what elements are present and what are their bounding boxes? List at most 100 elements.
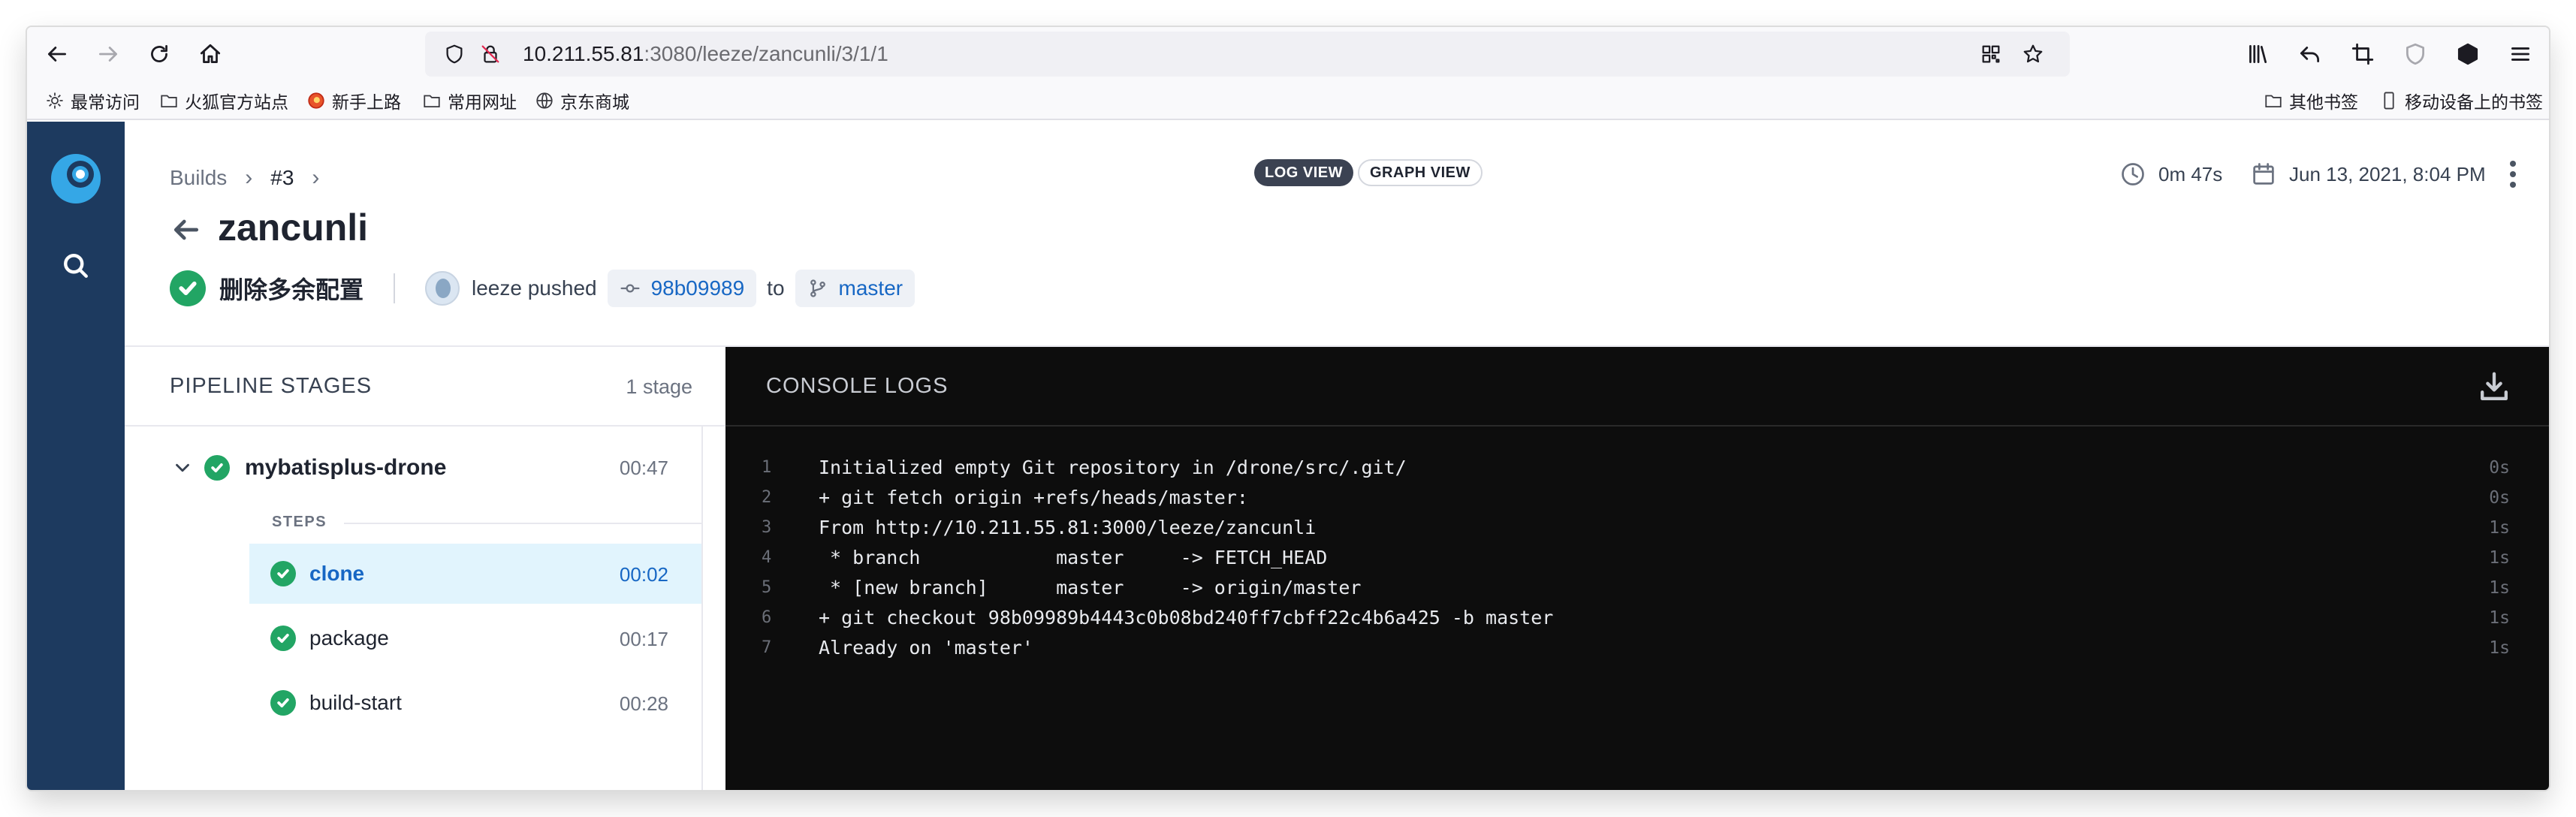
log-view-button[interactable]: LOG VIEW — [1254, 159, 1353, 186]
bookmark-getting-started[interactable]: 新手上路 — [306, 89, 401, 113]
bookmark-mobile[interactable]: 移动设备上的书签 — [2379, 89, 2543, 113]
globe-icon — [536, 92, 553, 109]
extension-shield-button[interactable] — [2397, 36, 2433, 72]
build-duration: 0m 47s — [2119, 159, 2222, 189]
shield-outline-icon — [2406, 43, 2425, 65]
hamburger-icon — [2511, 47, 2530, 61]
breadcrumb-build-number[interactable]: #3 — [270, 166, 294, 190]
step-build-start[interactable]: build-start 00:28 — [249, 673, 701, 733]
breadcrumb-builds[interactable]: Builds — [170, 166, 227, 190]
chevron-right-icon: › — [312, 165, 320, 190]
log-line: 4 * branch master -> FETCH_HEAD 1s — [762, 547, 2510, 568]
stages-title: PIPELINE STAGES — [170, 374, 373, 398]
step-time: 00:02 — [619, 563, 668, 586]
phone-icon — [2384, 92, 2394, 110]
commit-info: 删除多余配置 leeze pushed 98b09989 to master — [170, 269, 915, 308]
pipeline-stages-panel: PIPELINE STAGES 1 stage mybatisplus-dron… — [125, 347, 725, 790]
bookmarks-bar: 最常访问 火狐官方站点 新手上路 常用网址 京东商城 其他书签 移动设备上的书签 — [27, 81, 2549, 120]
stage-name: mybatisplus-drone — [245, 455, 447, 480]
step-name: clone — [309, 562, 365, 585]
bookmark-firefox-site[interactable]: 火狐官方站点 — [159, 89, 288, 113]
success-check-icon — [270, 561, 296, 586]
steps-label: STEPS — [272, 514, 327, 530]
graph-view-button[interactable]: GRAPH VIEW — [1358, 159, 1483, 186]
log-line: 5 * [new branch] master -> origin/master… — [762, 577, 2510, 598]
to-label: to — [767, 276, 785, 300]
build-header: Builds › #3 › zancunli 删除多余配置 leeze push… — [125, 122, 2549, 347]
log-line: 7 Already on 'master' 1s — [762, 637, 2510, 659]
success-check-icon — [204, 455, 230, 481]
cube-icon — [2457, 43, 2478, 65]
arrow-right-icon — [98, 47, 118, 62]
browser-window: 10.211.55.81:3080/leeze/zancunli/3/1/1 最… — [27, 27, 2549, 790]
back-button[interactable] — [39, 36, 75, 72]
sidebar-search[interactable] — [59, 249, 92, 282]
branch-link[interactable]: master — [795, 270, 915, 307]
console-title: CONSOLE LOGS — [766, 374, 949, 398]
library-button[interactable] — [2240, 36, 2276, 72]
download-logs-button[interactable] — [2477, 369, 2511, 404]
forward-button[interactable] — [90, 36, 126, 72]
insecure-lock-icon[interactable] — [476, 40, 505, 68]
bookmark-jd-mall[interactable]: 京东商城 — [535, 89, 629, 113]
extension-cube-button[interactable] — [2450, 36, 2486, 72]
arrow-left-icon — [173, 219, 199, 240]
gear-icon — [47, 92, 63, 109]
build-date: Jun 13, 2021, 8:04 PM — [2250, 159, 2486, 189]
stages-count: 1 stage — [626, 375, 692, 398]
log-line: 2 + git fetch origin +refs/heads/master:… — [762, 487, 2510, 508]
stages-header: PIPELINE STAGES 1 stage — [125, 347, 725, 427]
console-logs-panel: CONSOLE LOGS 1 Initialized empty Git rep… — [725, 347, 2549, 790]
divider — [394, 273, 396, 303]
view-toggle: LOG VIEW GRAPH VIEW — [1254, 159, 1483, 186]
success-check-icon — [170, 270, 206, 306]
step-clone[interactable]: clone 00:02 — [249, 544, 701, 604]
home-icon — [200, 44, 221, 64]
stages-scrollbar[interactable] — [701, 427, 725, 790]
bookmark-common-sites[interactable]: 常用网址 — [422, 89, 517, 113]
search-icon — [64, 254, 88, 278]
stage-row[interactable]: mybatisplus-drone 00:47 — [125, 449, 701, 487]
commit-icon — [620, 284, 640, 293]
commit-sha: 98b09989 — [650, 276, 745, 300]
folder-icon — [424, 95, 440, 108]
crop-icon — [2351, 43, 2374, 65]
drone-logo[interactable] — [49, 152, 103, 206]
step-name: build-start — [309, 691, 402, 714]
shield-icon[interactable] — [440, 40, 469, 68]
breadcrumb: Builds › #3 › — [170, 165, 319, 191]
bookmark-other[interactable]: 其他书签 — [2264, 89, 2358, 113]
chevron-right-icon: › — [245, 165, 253, 190]
log-line: 3 From http://10.211.55.81:3000/leeze/za… — [762, 517, 2510, 538]
log-line: 1 Initialized empty Git repository in /d… — [762, 457, 2510, 478]
bookmark-most-visited[interactable]: 最常访问 — [45, 89, 140, 113]
branch-name: master — [838, 276, 903, 300]
step-time: 00:28 — [619, 692, 668, 715]
home-button[interactable] — [192, 36, 228, 72]
chevron-down-icon[interactable] — [171, 457, 194, 479]
url-text[interactable]: 10.211.55.81:3080/leeze/zancunli/3/1/1 — [523, 42, 888, 66]
url-bar[interactable]: 10.211.55.81:3080/leeze/zancunli/3/1/1 — [425, 32, 2070, 77]
star-icon[interactable] — [2019, 40, 2047, 68]
divider — [344, 523, 701, 524]
library-icon — [2249, 44, 2267, 64]
menu-button[interactable] — [2502, 36, 2538, 72]
qr-code-icon[interactable] — [1977, 40, 2005, 68]
commit-sha-link[interactable]: 98b09989 — [607, 270, 757, 307]
crop-button[interactable] — [2345, 36, 2381, 72]
undo-button[interactable] — [2292, 36, 2328, 72]
more-options-icon[interactable] — [2499, 158, 2526, 191]
commit-message: 删除多余配置 — [219, 276, 364, 303]
calendar-icon — [2253, 163, 2274, 185]
step-package[interactable]: package 00:17 — [249, 608, 701, 668]
branch-icon — [810, 279, 825, 297]
success-check-icon — [270, 626, 296, 651]
step-time: 00:17 — [619, 628, 668, 650]
back-link[interactable] — [170, 213, 203, 246]
page-title: zancunli — [218, 207, 369, 249]
log-line: 6 + git checkout 98b09989b4443c0b08bd240… — [762, 607, 2510, 629]
reload-button[interactable] — [141, 36, 177, 72]
success-check-icon — [270, 690, 296, 716]
browser-toolbar: 10.211.55.81:3080/leeze/zancunli/3/1/1 — [27, 27, 2549, 81]
stage-time: 00:47 — [619, 457, 668, 479]
